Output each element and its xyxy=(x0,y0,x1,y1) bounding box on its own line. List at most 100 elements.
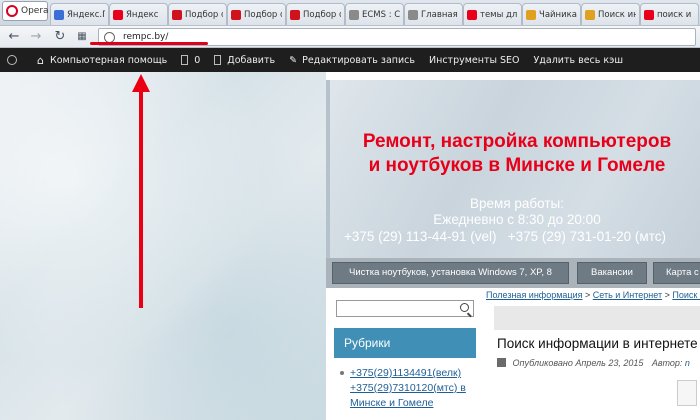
browser-tab[interactable]: Яндекс xyxy=(109,3,168,25)
tab-favicon-icon xyxy=(113,9,123,20)
browser-tab[interactable]: ECMS : Cr xyxy=(345,3,404,25)
breadcrumb-separator: > xyxy=(662,290,673,300)
browser-tab[interactable]: Чайника xyxy=(522,3,581,25)
browser-tab[interactable]: темы для xyxy=(463,3,522,25)
tab-favicon-icon xyxy=(585,9,595,20)
sidebar-list: +375(29)1134491(велк) +375(29)7310120(мт… xyxy=(340,366,480,411)
tab-label: поиск и xyxy=(657,9,692,20)
breadcrumb-useful-info[interactable]: Полезная информация xyxy=(486,290,582,300)
opera-menu-button[interactable]: Opera xyxy=(2,1,49,21)
post-image xyxy=(677,380,697,406)
admin-add-label: Добавить xyxy=(227,54,276,66)
menu-item-cleaning[interactable]: Чистка ноутбуков, установка Windows 7, X… xyxy=(332,262,569,284)
tab-favicon-icon xyxy=(644,9,654,20)
menu-item-vacancies[interactable]: Вакансии xyxy=(577,262,647,284)
post-title: Поиск информации в интернете xyxy=(497,336,698,351)
tab-label: Подбор с xyxy=(303,9,341,20)
breadcrumb-network[interactable]: Сеть и Интернет xyxy=(593,290,662,300)
forward-arrow-icon[interactable]: → xyxy=(28,29,44,45)
admin-edit-post[interactable]: ✎ Редактировать запись xyxy=(282,48,422,72)
tab-label: Главная xyxy=(421,9,458,20)
list-bullet xyxy=(340,371,344,375)
admin-comments[interactable]: 0 xyxy=(174,48,207,72)
tab-favicon-icon xyxy=(231,9,241,20)
tab-label: Поиск ин xyxy=(598,9,636,20)
tab-label: Яндекс xyxy=(126,9,159,20)
tab-favicon-icon xyxy=(408,9,418,20)
search-icon[interactable] xyxy=(460,303,469,312)
site-title-line1: Ремонт, настройка компьютеров xyxy=(362,131,672,152)
site-title-line2: и ноутбуков в Минске и Гомеле xyxy=(368,155,666,176)
tab-label: Подбор с xyxy=(244,9,282,20)
phone-numbers: +375 (29) 113-44-91 (vel) +375 (29) 731-… xyxy=(344,229,666,244)
browser-tab[interactable]: Подбор с xyxy=(168,3,227,25)
hours-text: Ежедневно с 8:30 до 20:00 xyxy=(433,212,601,227)
tab-label: темы для xyxy=(480,9,518,20)
admin-seo-label: Инструменты SEO xyxy=(429,54,520,66)
browser-tab[interactable]: Поиск ин xyxy=(581,3,640,25)
plus-icon xyxy=(214,55,222,65)
calendar-icon xyxy=(497,358,506,367)
admin-edit-label: Редактировать запись xyxy=(302,54,415,66)
main-menu: Чистка ноутбуков, установка Windows 7, X… xyxy=(326,258,700,288)
tab-favicon-icon xyxy=(526,9,536,20)
tab-favicon-icon xyxy=(290,9,300,20)
admin-site-name-label: Компьютерная помощь xyxy=(49,54,168,66)
admin-clear-cache[interactable]: Удалить весь кэш xyxy=(527,48,631,72)
post-meta: Опубликовано Апрель 23, 2015 Автор: n xyxy=(497,358,700,368)
red-arrow-head xyxy=(132,74,150,92)
wp-admin-bar: ⌂ Компьютерная помощь 0 Добавить ✎ Редак… xyxy=(0,48,700,72)
post-date: Апрель 23, 2015 xyxy=(575,358,644,368)
admin-add-new[interactable]: Добавить xyxy=(207,48,282,72)
pencil-icon: ✎ xyxy=(289,54,298,66)
comments-count: 0 xyxy=(194,54,201,66)
breadcrumb-current[interactable]: Поиск ин xyxy=(672,290,700,300)
site-header: Ремонт, настройка компьютеров и ноутбуко… xyxy=(326,80,700,258)
admin-site-name[interactable]: ⌂ Компьютерная помощь xyxy=(30,48,174,72)
red-arrow-annotation xyxy=(139,86,143,308)
tab-favicon-icon xyxy=(172,9,182,20)
browser-tab[interactable]: Подбор с xyxy=(286,3,345,25)
site-title[interactable]: Ремонт, настройка компьютеров и ноутбуко… xyxy=(330,130,700,178)
breadcrumb: Полезная информация > Сеть и Интернет > … xyxy=(486,290,700,300)
tab-favicon-icon xyxy=(467,9,477,20)
sidebar-phone-link-line3[interactable]: Минске и Гомеле xyxy=(340,396,480,411)
sidebar-phone-link-line2[interactable]: +375(29)7310120(мтс) в xyxy=(340,381,480,396)
menu-item-map[interactable]: Карта с xyxy=(653,262,700,284)
tabs: Яндекс.По Яндекс Подбор с Подбор с Подбор с E… xyxy=(50,3,699,25)
opera-menu-label: Opera xyxy=(21,6,49,16)
browser-tab[interactable]: Подбор с xyxy=(227,3,286,25)
breadcrumb-separator: > xyxy=(582,290,593,300)
tab-favicon-icon xyxy=(349,9,359,20)
comment-icon xyxy=(181,55,189,65)
page-background xyxy=(0,72,326,420)
tab-label: Яндекс.По xyxy=(67,9,105,20)
wp-logo-menu[interactable] xyxy=(0,48,30,72)
sidebar-heading: Рубрики xyxy=(334,328,476,358)
admin-cache-label: Удалить весь кэш xyxy=(533,54,624,66)
post-author-label: Автор: xyxy=(651,358,683,368)
post-meta-prefix: Опубликовано xyxy=(512,358,573,368)
tab-label: ECMS : Cr xyxy=(362,9,400,20)
hours-heading: Время работы: xyxy=(470,196,564,211)
back-arrow-icon[interactable]: ← xyxy=(6,29,22,45)
site-content: Ремонт, настройка компьютеров и ноутбуко… xyxy=(326,72,700,420)
browser-tab[interactable]: Главная xyxy=(404,3,463,25)
browser-tab[interactable]: поиск и xyxy=(640,3,699,25)
url-underline-annotation xyxy=(90,42,208,45)
post-author-link[interactable]: n xyxy=(685,358,690,368)
tab-favicon-icon xyxy=(54,9,64,20)
sidebar-phone-link-line1[interactable]: +375(29)1134491(велк) xyxy=(340,366,480,381)
tab-label: Чайника xyxy=(539,9,577,20)
wordpress-icon xyxy=(7,55,17,65)
reload-icon[interactable]: ↻ xyxy=(52,29,68,45)
speed-dial-icon[interactable]: ▦ xyxy=(74,29,90,45)
search-input[interactable] xyxy=(336,300,474,317)
content-gray-bar xyxy=(494,306,700,330)
browser-tab-strip: Opera Яндекс.По Яндекс Подбор с Подбор с Под… xyxy=(0,0,700,26)
opera-logo-icon xyxy=(6,5,18,17)
browser-tab[interactable]: Яндекс.По xyxy=(50,3,109,25)
tab-label: Подбор с xyxy=(185,9,223,20)
home-icon: ⌂ xyxy=(37,53,44,67)
admin-seo-tools[interactable]: Инструменты SEO xyxy=(422,48,527,72)
